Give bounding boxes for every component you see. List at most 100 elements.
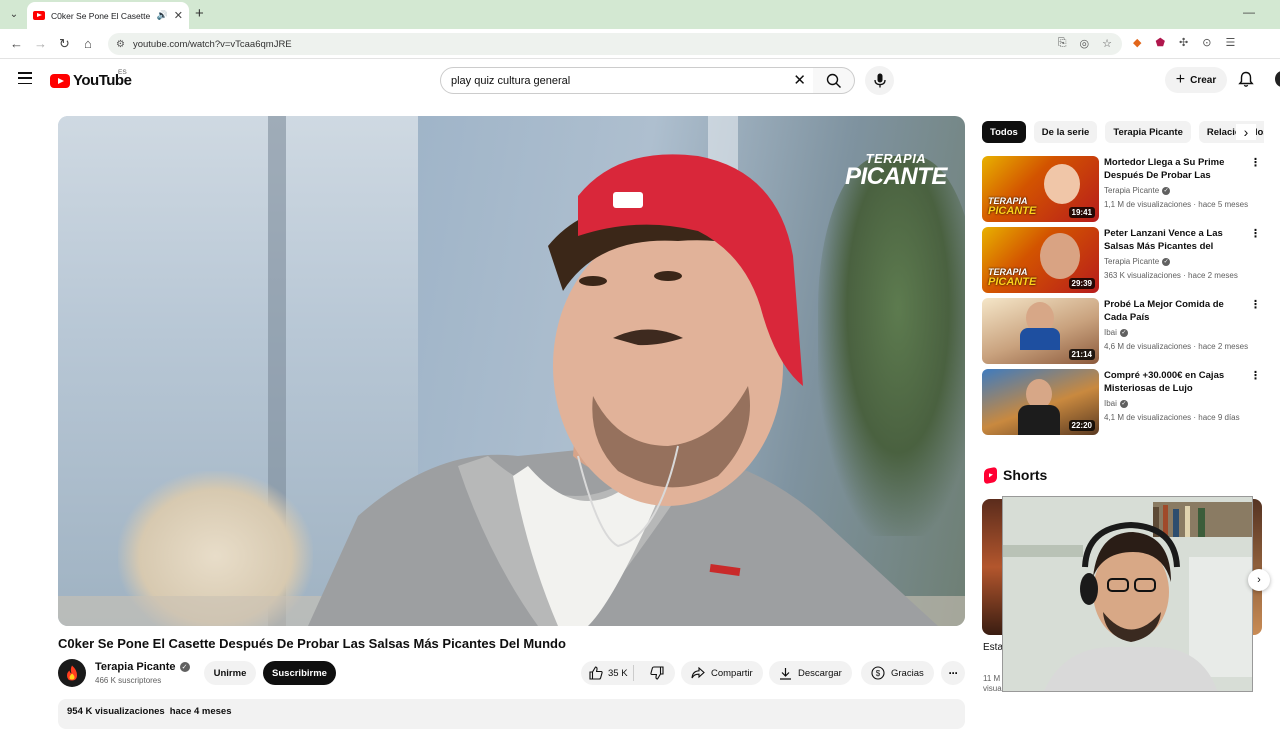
extension-shield-icon[interactable]: ⬟ xyxy=(1155,36,1165,49)
chip-todos[interactable]: Todos xyxy=(982,121,1026,143)
clear-search-icon[interactable]: ✕ xyxy=(793,71,806,89)
recommendation-meta: 1,1 M de visualizaciones · hace 5 meses xyxy=(1104,200,1249,209)
recommendation-title[interactable]: Compré +30.000€ en Cajas Misteriosas de … xyxy=(1104,369,1246,395)
menu-icon[interactable] xyxy=(18,72,32,84)
description-box[interactable]: 954 K visualizaciones hace 4 meses xyxy=(58,699,965,729)
recommendation-title[interactable]: Peter Lanzani Vence a Las Salsas Más Pic… xyxy=(1104,227,1246,255)
search-input[interactable] xyxy=(451,74,781,87)
tab-title: C0ker Se Pone El Casette De xyxy=(51,10,151,21)
thumbnail-face xyxy=(1040,233,1080,279)
hide-eye-icon[interactable]: ◎ xyxy=(1080,37,1090,50)
close-tab-icon[interactable]: ✕ xyxy=(174,9,183,22)
recommendation-channel[interactable]: Ibai ✓ xyxy=(1104,328,1128,337)
kebab-menu-icon[interactable]: ⋮ xyxy=(1250,158,1261,169)
reload-icon[interactable]: ↻ xyxy=(59,35,70,53)
chip-terapia-picante[interactable]: Terapia Picante xyxy=(1105,121,1191,143)
channel-avatar[interactable] xyxy=(58,659,86,687)
address-bar-row: ← → ↻ ⌂ ⚙ youtube.com/watch?v=vTcaa6qmJR… xyxy=(0,29,1280,59)
share-button[interactable]: Compartir xyxy=(681,661,763,685)
profile-sync-icon[interactable]: ⊙ xyxy=(1202,36,1211,49)
recommendation-item[interactable]: 22:20 Compré +30.000€ en Cajas Misterios… xyxy=(982,369,1262,435)
create-button[interactable]: + Crear xyxy=(1165,67,1227,93)
kebab-menu-icon[interactable]: ⋮ xyxy=(1250,371,1261,382)
search-button[interactable] xyxy=(813,67,855,94)
url-text[interactable]: youtube.com/watch?v=vTcaa6qmJRE xyxy=(133,39,292,50)
voice-search-button[interactable] xyxy=(865,66,894,95)
recommendation-meta: 4,6 M de visualizaciones · hace 2 meses xyxy=(1104,342,1249,351)
chip-de-la-serie[interactable]: De la serie xyxy=(1033,121,1098,143)
shorts-heading: Shorts xyxy=(1003,467,1048,483)
video-thumbnail[interactable]: 21:14 xyxy=(982,298,1099,364)
tab-search-icon[interactable]: ⌄ xyxy=(6,6,22,22)
recommendation-item[interactable]: 21:14 Probé La Mejor Comida de Cada País… xyxy=(982,298,1262,364)
minimize-window-icon[interactable]: — xyxy=(1243,5,1255,19)
verified-check-icon: ✓ xyxy=(1119,399,1128,408)
search-box[interactable]: ✕ xyxy=(440,67,814,94)
kebab-menu-icon[interactable]: ⋮ xyxy=(1250,229,1261,240)
download-icon xyxy=(780,667,791,680)
install-app-icon[interactable]: ⎘ xyxy=(1058,37,1067,50)
youtube-favicon-icon xyxy=(33,11,45,20)
shorts-section-header: Shorts xyxy=(984,466,1048,484)
channel-name-link[interactable]: Terapia Picante ✓ xyxy=(95,661,190,673)
thanks-label: Gracias xyxy=(891,667,924,679)
account-avatar[interactable] xyxy=(1275,71,1280,87)
verified-check-icon: ✓ xyxy=(1162,186,1171,195)
video-duration: 19:41 xyxy=(1068,207,1095,218)
kebab-menu-icon[interactable]: ⋮ xyxy=(1250,300,1261,311)
extensions-puzzle-icon[interactable]: ✣ xyxy=(1179,36,1188,49)
video-player[interactable]: TERAPIA PICANTE xyxy=(58,116,965,626)
browser-menu-icon[interactable]: ☰ xyxy=(1225,36,1235,49)
dislike-button[interactable] xyxy=(640,666,675,680)
share-label: Compartir xyxy=(711,667,753,679)
video-thumbnail[interactable]: TERAPIA PICANTE 19:41 xyxy=(982,156,1099,222)
recommendation-item[interactable]: TERAPIA PICANTE 29:39 Peter Lanzani Vence… xyxy=(982,227,1262,293)
home-icon[interactable]: ⌂ xyxy=(84,35,92,53)
verified-check-icon: ✓ xyxy=(1119,328,1128,337)
thanks-button[interactable]: $ Gracias xyxy=(861,661,934,685)
url-bar[interactable]: ⚙ youtube.com/watch?v=vTcaa6qmJRE ⎘ ◎ ☆ xyxy=(108,33,1122,55)
speaker-icon[interactable]: 🔊 xyxy=(157,10,168,21)
thumbnail-shirt xyxy=(1020,328,1060,350)
subscribe-button[interactable]: Suscribirme xyxy=(263,661,336,685)
extension-fox-icon[interactable]: ◆ xyxy=(1133,36,1141,49)
recommendation-item[interactable]: TERAPIA PICANTE 19:41 Mortedor Llega a Su… xyxy=(982,156,1262,222)
shorts-logo-icon xyxy=(984,466,997,484)
recommendation-channel[interactable]: Ibai ✓ xyxy=(1104,399,1128,408)
thumbnail-face xyxy=(1044,164,1080,204)
recommendation-channel[interactable]: Terapia Picante ✓ xyxy=(1104,257,1171,266)
youtube-play-icon xyxy=(50,73,70,88)
verified-check-icon: ✓ xyxy=(1162,257,1171,266)
video-thumbnail[interactable]: 22:20 xyxy=(982,369,1099,435)
site-info-icon[interactable]: ⚙ xyxy=(116,39,125,50)
webcam-overlay xyxy=(1002,496,1253,692)
like-button[interactable]: 35 K xyxy=(581,665,634,681)
flame-icon xyxy=(67,665,77,681)
chevron-right-icon[interactable]: › xyxy=(1236,124,1256,140)
recommendation-title[interactable]: Probé La Mejor Comida de Cada País xyxy=(1104,298,1246,324)
verified-check-icon: ✓ xyxy=(179,662,190,672)
browser-tab[interactable]: C0ker Se Pone El Casette De 🔊 ✕ xyxy=(27,2,189,29)
download-label: Descargar xyxy=(798,667,842,679)
more-actions-icon[interactable]: ··· xyxy=(941,661,965,685)
video-frame-person xyxy=(308,154,938,626)
forward-icon[interactable]: → xyxy=(34,35,47,53)
related-filter-chips: Todos De la serie Terapia Picante Relaci… xyxy=(982,121,1264,143)
shorts-next-chevron-icon[interactable]: › xyxy=(1248,569,1270,591)
video-thumbnail[interactable]: TERAPIA PICANTE 29:39 xyxy=(982,227,1099,293)
thumbnail-brand-label: TERAPIA PICANTE xyxy=(988,267,1037,288)
video-duration: 29:39 xyxy=(1068,278,1095,289)
join-button[interactable]: Unirme xyxy=(204,661,256,685)
recommendation-channel[interactable]: Terapia Picante ✓ xyxy=(1104,186,1171,195)
bookmark-star-icon[interactable]: ☆ xyxy=(1102,37,1112,50)
like-count: 35 K xyxy=(608,667,628,679)
thumbnail-shirt xyxy=(1018,405,1060,435)
back-icon[interactable]: ← xyxy=(10,35,23,53)
notifications-bell-icon[interactable] xyxy=(1238,71,1254,88)
new-tab-icon[interactable]: + xyxy=(195,5,204,23)
watermark-line2: PICANTE xyxy=(845,163,947,190)
video-duration: 22:20 xyxy=(1068,420,1095,431)
download-button[interactable]: Descargar xyxy=(769,661,852,685)
plus-icon: + xyxy=(1175,71,1186,88)
recommendation-title[interactable]: Mortedor Llega a Su Prime Después De Pro… xyxy=(1104,156,1246,184)
